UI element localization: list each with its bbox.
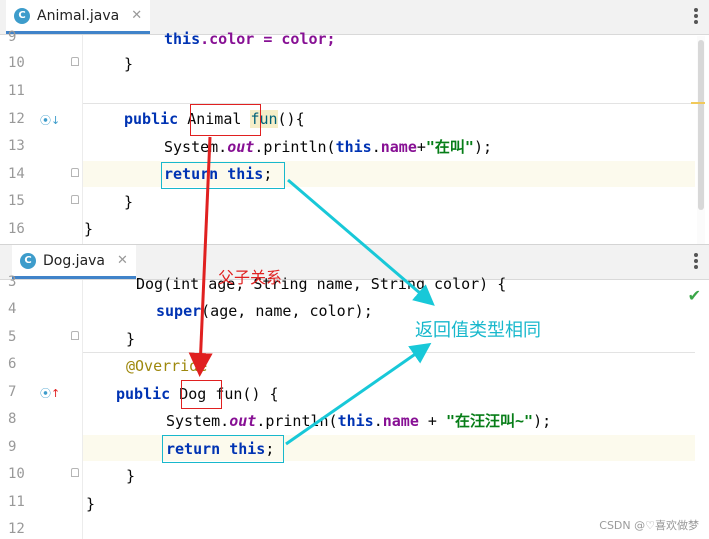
note-parent-child: 父子关系 <box>218 268 283 287</box>
arrow-parent-child <box>188 136 213 377</box>
arrow-return-type-2 <box>285 342 432 446</box>
arrow-return-type-1 <box>287 178 435 306</box>
note-same-return-type: 返回值类型相同 <box>415 320 541 341</box>
annotation-arrows <box>188 136 435 446</box>
